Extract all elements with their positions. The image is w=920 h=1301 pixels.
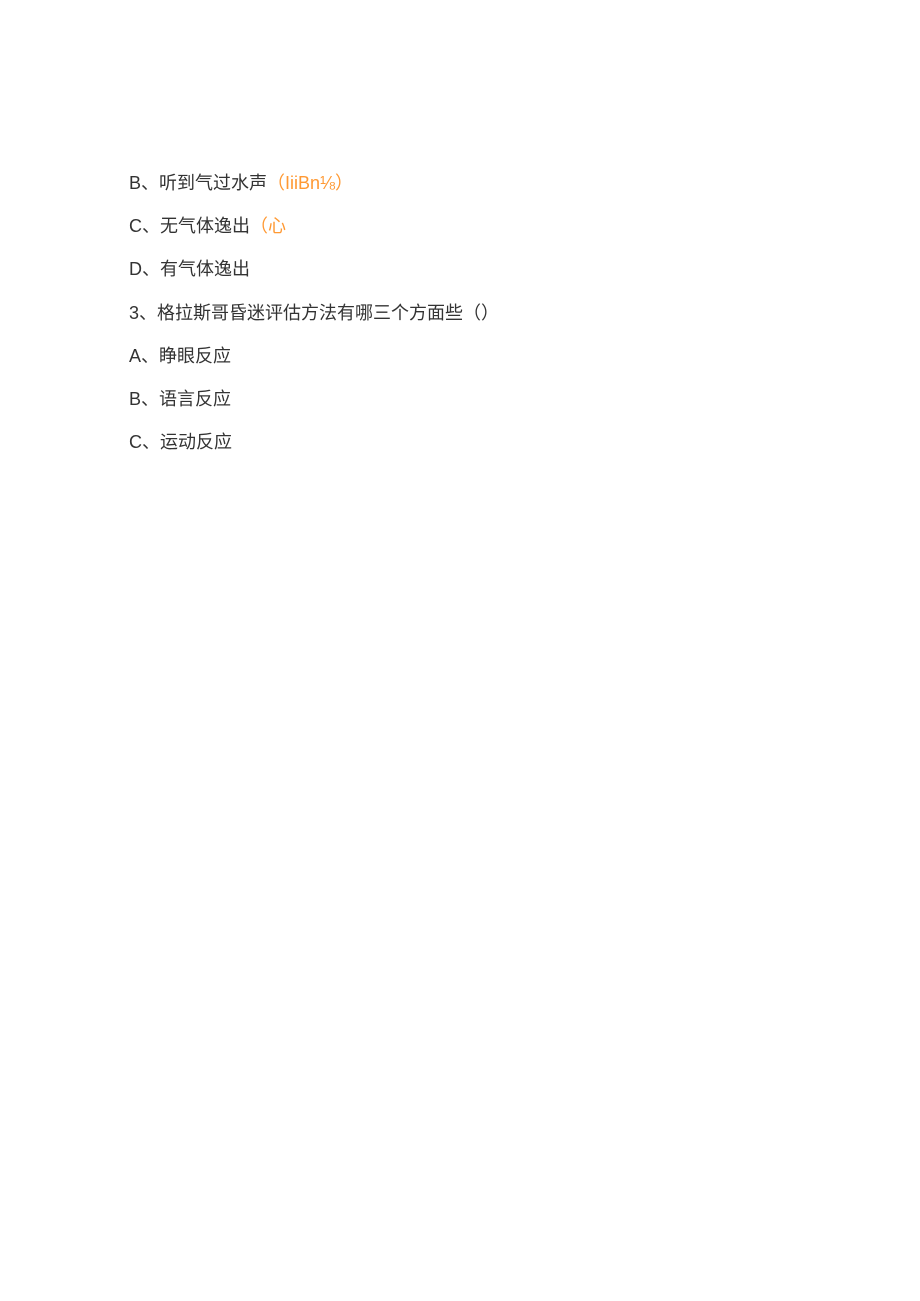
option-line-c: C、无气体逸出（心 <box>129 205 920 248</box>
separator: 、 <box>142 259 160 279</box>
separator: 、 <box>141 173 159 193</box>
option-text: 睁眼反应 <box>159 346 231 366</box>
option-label: B <box>129 389 141 409</box>
option-line-c2: C、运动反应 <box>129 421 920 464</box>
separator: 、 <box>142 432 160 452</box>
separator: 、 <box>141 346 159 366</box>
option-label: B <box>129 173 141 193</box>
separator: 、 <box>141 389 159 409</box>
separator: 、 <box>139 303 157 323</box>
separator: 、 <box>142 216 160 236</box>
question-text: 格拉斯哥昏迷评估方法有哪三个方面些（） <box>157 303 499 323</box>
option-label: C <box>129 432 142 452</box>
option-text: 听到气过水声 <box>159 173 267 193</box>
note-open: （ <box>250 216 268 236</box>
note-text: IiiBn⅛ <box>285 173 335 193</box>
option-text: 运动反应 <box>160 432 232 452</box>
option-line-b2: B、语言反应 <box>129 378 920 421</box>
option-text: 有气体逸出 <box>160 259 250 279</box>
option-text: 语言反应 <box>159 389 231 409</box>
option-label: C <box>129 216 142 236</box>
option-line-b: B、听到气过水声（IiiBn⅛） <box>129 162 920 205</box>
document-page: B、听到气过水声（IiiBn⅛） C、无气体逸出（心 D、有气体逸出 3、格拉斯… <box>0 0 920 464</box>
option-text: 无气体逸出 <box>160 216 250 236</box>
question-number: 3 <box>129 303 139 323</box>
option-line-d: D、有气体逸出 <box>129 248 920 291</box>
option-label: D <box>129 259 142 279</box>
question-line-3: 3、格拉斯哥昏迷评估方法有哪三个方面些（） <box>129 292 920 335</box>
note-text: 心 <box>268 216 286 236</box>
option-line-a: A、睁眼反应 <box>129 335 920 378</box>
option-label: A <box>129 346 141 366</box>
note-open: （ <box>267 173 285 193</box>
note-close: ） <box>335 173 353 193</box>
